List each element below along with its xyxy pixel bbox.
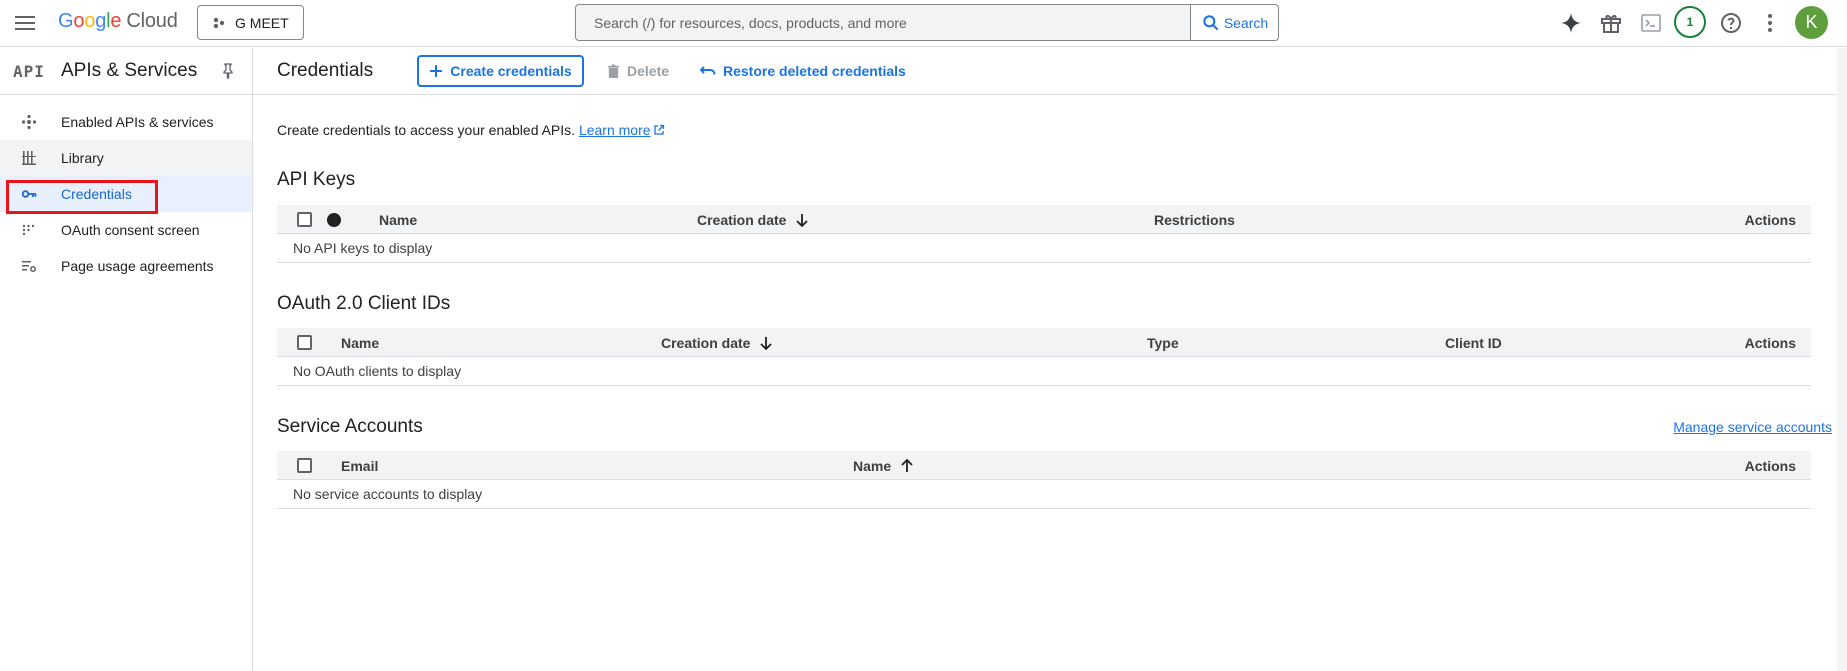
gift-icon[interactable]: [1597, 9, 1625, 37]
pin-icon[interactable]: [218, 61, 238, 81]
page-scrollbar[interactable]: [1837, 48, 1847, 671]
sidebar-title: APIs & Services: [61, 60, 198, 81]
sidebar-item-label: Enabled APIs & services: [61, 114, 214, 130]
learn-more-link[interactable]: Learn more: [579, 122, 665, 138]
gemini-sparkle-icon[interactable]: [1557, 9, 1585, 37]
status-dot-icon: [327, 213, 341, 227]
empty-message: No service accounts to display: [293, 486, 483, 502]
sidebar: API APIs & Services Enabled APIs & servi…: [0, 48, 253, 671]
menu-icon[interactable]: [12, 11, 38, 35]
column-actions: Actions: [1744, 212, 1796, 228]
column-name[interactable]: Name: [853, 458, 915, 474]
column-label: Name: [853, 458, 892, 474]
sidebar-item-library[interactable]: Library: [0, 140, 252, 176]
search-button[interactable]: Search: [1190, 5, 1278, 40]
avatar[interactable]: K: [1795, 6, 1828, 39]
table-header: Name Creation date Type Client ID Action…: [277, 328, 1811, 357]
sidebar-item-enabled-apis[interactable]: Enabled APIs & services: [0, 104, 252, 140]
undo-icon: [700, 66, 716, 75]
select-all-checkbox[interactable]: [297, 458, 312, 473]
sidebar-item-page-usage[interactable]: Page usage agreements: [0, 248, 252, 284]
sidebar-item-oauth-consent[interactable]: OAuth consent screen: [0, 212, 252, 248]
oauth-table: Name Creation date Type Client ID Action…: [277, 328, 1811, 386]
api-keys-title: API Keys: [277, 169, 356, 190]
empty-row: No OAuth clients to display: [277, 357, 1811, 386]
search-input[interactable]: [576, 5, 1190, 40]
project-name: G MEET: [235, 14, 289, 31]
help-icon[interactable]: [1717, 9, 1745, 37]
trash-icon: [607, 64, 620, 78]
select-all-checkbox[interactable]: [297, 335, 312, 350]
cloud-shell-icon[interactable]: [1637, 9, 1665, 37]
column-client-id: Client ID: [1445, 335, 1502, 351]
search-icon: [1203, 14, 1219, 30]
library-icon: [20, 149, 38, 167]
empty-row: No API keys to display: [277, 234, 1811, 263]
column-actions: Actions: [1744, 458, 1796, 474]
select-all-checkbox[interactable]: [297, 212, 312, 227]
page-title: Credentials: [277, 60, 374, 81]
external-link-icon: [653, 124, 664, 135]
logo-google-text: Google: [58, 10, 122, 32]
key-icon: [20, 185, 38, 203]
sidebar-item-label: Credentials: [61, 186, 132, 202]
arrow-down-icon: [760, 337, 773, 351]
column-actions: Actions: [1744, 335, 1796, 351]
restore-deleted-credentials-button[interactable]: Restore deleted credentials: [700, 56, 906, 86]
project-picker-button[interactable]: G MEET: [197, 5, 304, 40]
sidebar-header: API APIs & Services: [0, 48, 252, 95]
intro-text: Create credentials to access your enable…: [277, 122, 665, 138]
empty-row: No service accounts to display: [277, 480, 1811, 509]
column-name[interactable]: Name: [379, 212, 417, 228]
plus-icon: [430, 65, 443, 77]
column-label: Creation date: [661, 335, 751, 351]
project-icon: [213, 17, 225, 28]
column-creation-date[interactable]: Creation date: [697, 212, 810, 228]
learn-more-label: Learn more: [578, 122, 651, 138]
delete-label: Delete: [627, 63, 670, 79]
settings-list-icon: [20, 257, 38, 275]
sidebar-item-label: Library: [61, 150, 104, 166]
restore-label: Restore deleted credentials: [723, 63, 906, 79]
search-button-label: Search: [1223, 14, 1269, 31]
logo-cloud-text: Cloud: [126, 10, 178, 32]
consent-icon: [20, 221, 38, 239]
service-accounts-table: Email Name Actions No service accounts t…: [277, 451, 1811, 509]
sidebar-item-label: OAuth consent screen: [61, 222, 200, 238]
arrow-down-icon: [796, 214, 809, 228]
more-vert-icon[interactable]: [1756, 9, 1784, 37]
empty-message: No OAuth clients to display: [293, 363, 462, 379]
delete-button[interactable]: Delete: [607, 56, 669, 86]
arrow-up-icon: [901, 458, 913, 472]
create-credentials-label: Create credentials: [450, 63, 572, 79]
column-name[interactable]: Name: [341, 335, 379, 351]
api-logo-icon: API: [13, 62, 45, 81]
column-creation-date[interactable]: Creation date: [661, 335, 774, 351]
manage-service-accounts-link[interactable]: Manage service accounts: [1673, 419, 1832, 435]
sidebar-item-credentials[interactable]: Credentials: [0, 176, 252, 212]
main-content: Credentials Create credentials Delete Re…: [253, 48, 1847, 671]
empty-message: No API keys to display: [293, 240, 433, 256]
api-keys-table: Name Creation date Restrictions Actions …: [277, 205, 1811, 263]
column-restrictions: Restrictions: [1154, 212, 1235, 228]
sidebar-item-label: Page usage agreements: [61, 258, 214, 274]
google-cloud-logo[interactable]: Google Cloud: [58, 10, 178, 33]
column-label: Creation date: [697, 212, 787, 228]
oauth-title: OAuth 2.0 Client IDs: [277, 293, 451, 314]
intro-sentence: Create credentials to access your enable…: [277, 122, 576, 138]
column-type: Type: [1147, 335, 1179, 351]
column-email[interactable]: Email: [341, 458, 378, 474]
top-bar: GoogleCloud G MEET Search 1 K: [0, 0, 1847, 47]
service-accounts-title: Service Accounts: [277, 416, 423, 437]
search-bar: Search: [575, 4, 1279, 41]
sidebar-nav: Enabled APIs & services Library Credenti…: [0, 104, 252, 284]
create-credentials-button[interactable]: Create credentials: [417, 55, 584, 87]
table-header: Name Creation date Restrictions Actions: [277, 205, 1811, 234]
notification-badge[interactable]: 1: [1674, 6, 1706, 38]
table-header: Email Name Actions: [277, 451, 1811, 480]
main-header: Credentials Create credentials Delete Re…: [253, 48, 1847, 95]
hub-icon: [20, 113, 38, 131]
